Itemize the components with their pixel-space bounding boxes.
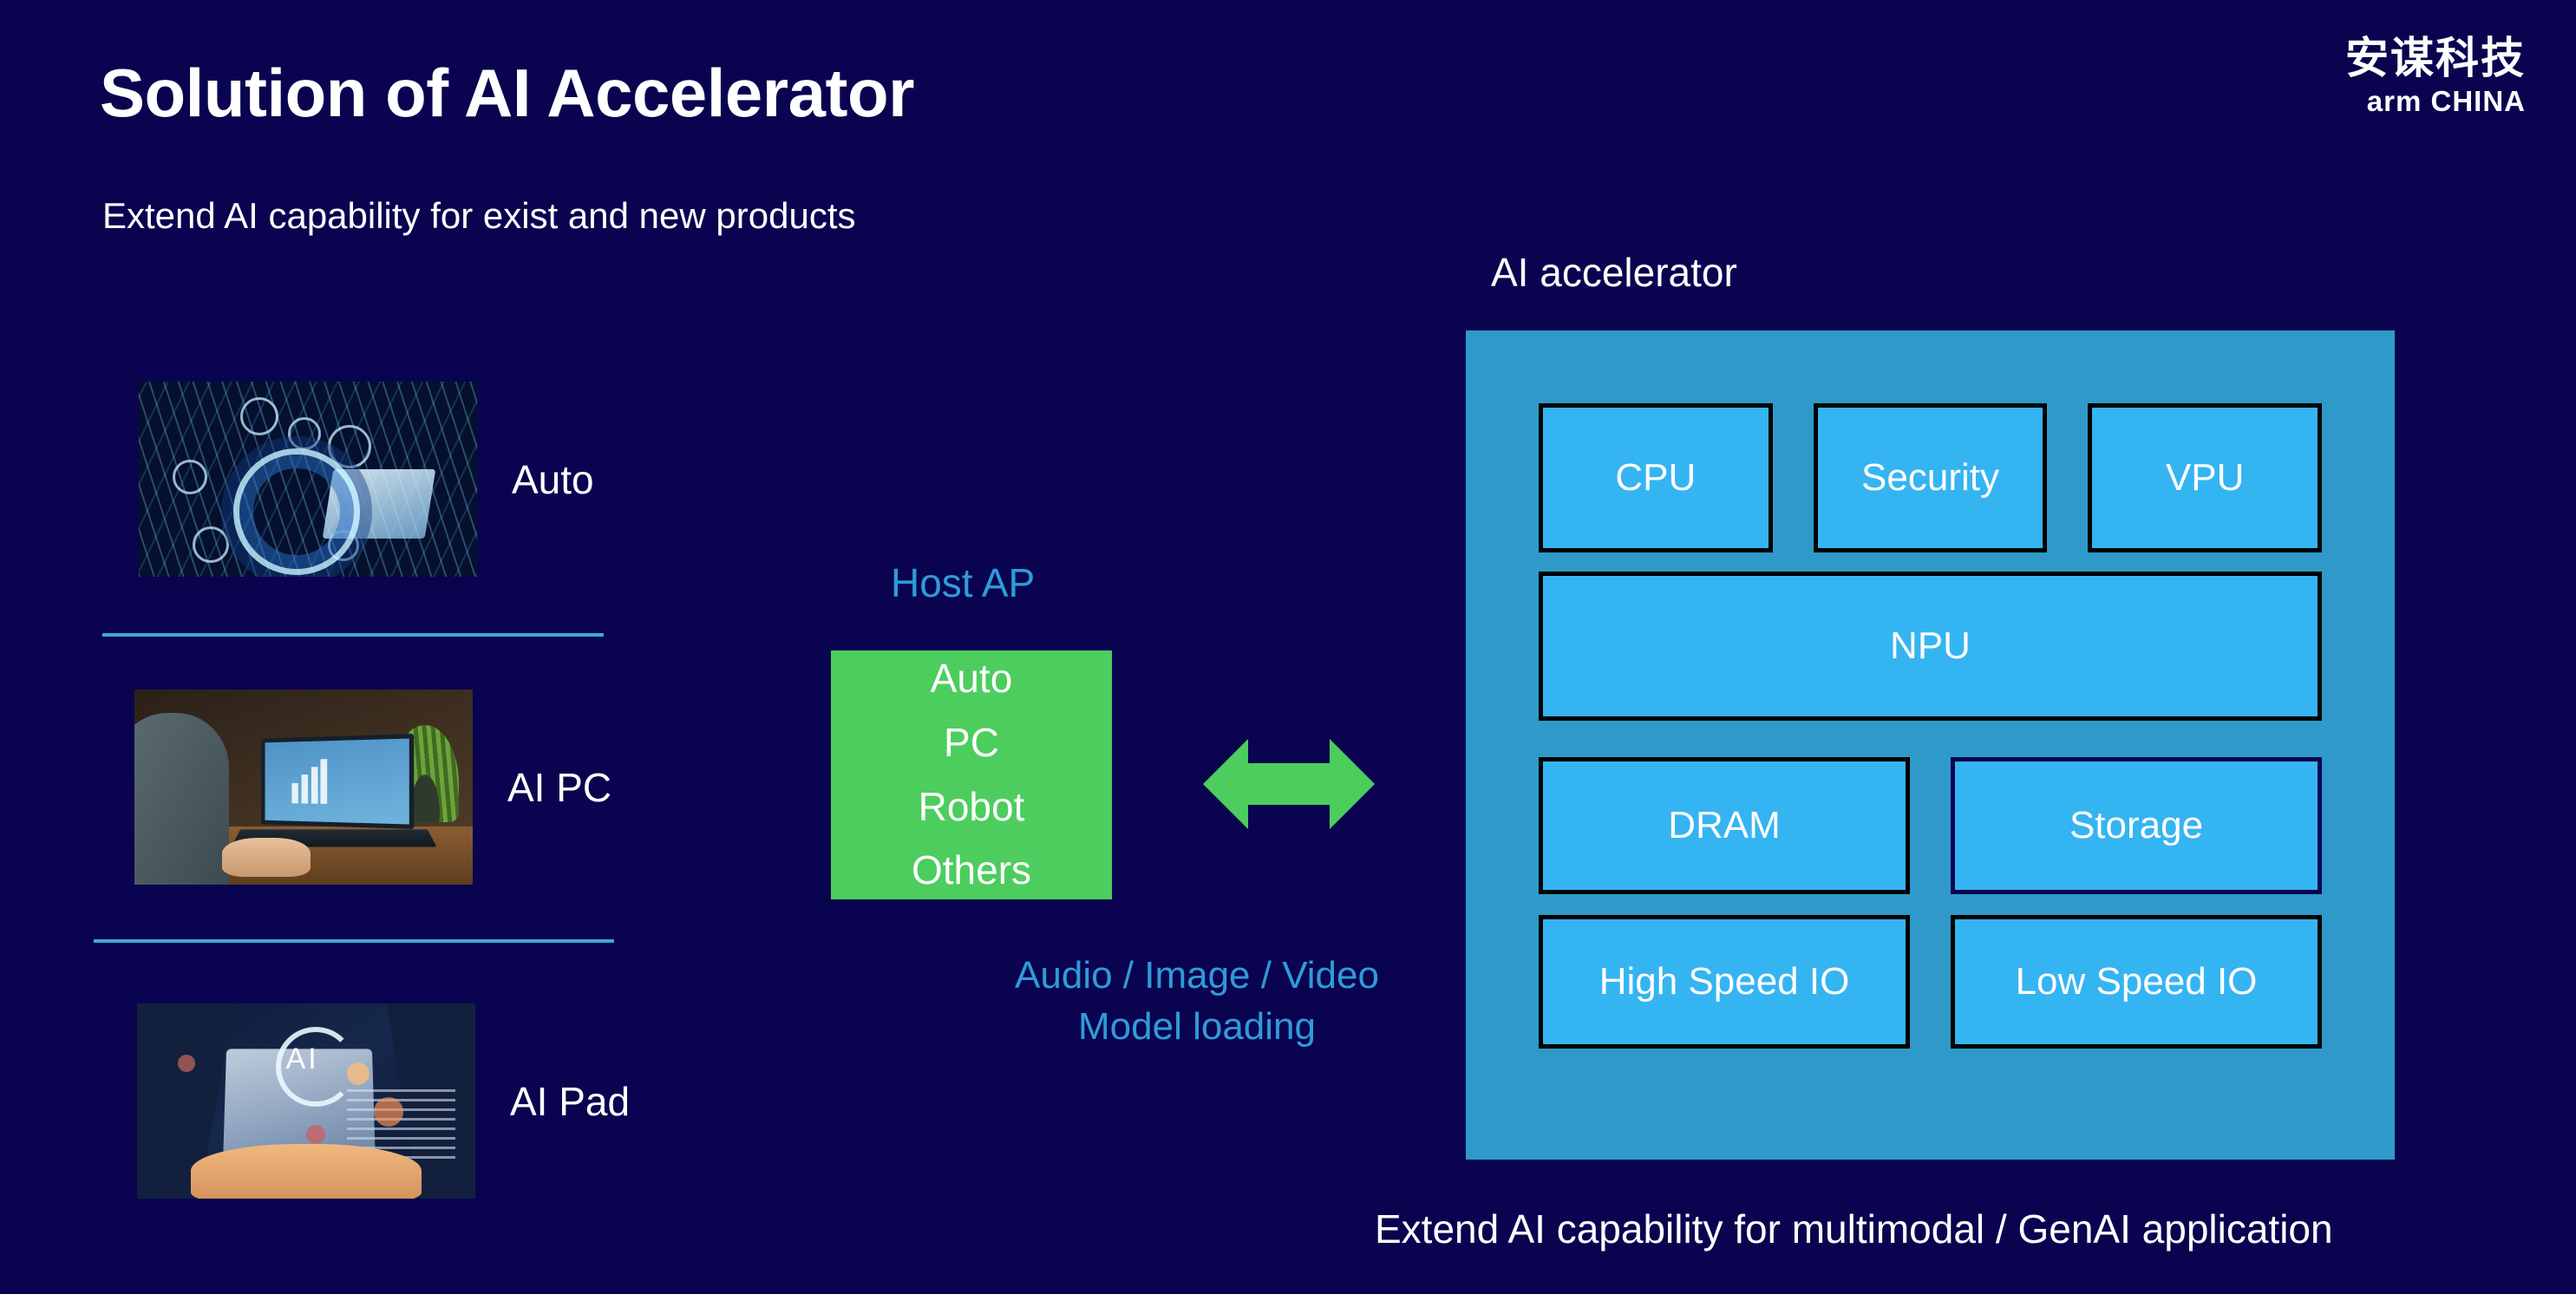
caption-line-1: Audio / Image / Video (1015, 954, 1379, 997)
laptop-analytics-icon (134, 689, 473, 885)
accelerator-row-3: DRAM Storage (1539, 757, 2322, 894)
product-image-ai-pad: AI (137, 1003, 475, 1199)
logo-english-text: arm CHINA (2366, 85, 2526, 117)
product-label-ai-pad: AI Pad (510, 1078, 631, 1124)
page-title: Solution of AI Accelerator (100, 55, 915, 131)
accelerator-label: AI accelerator (1491, 250, 1737, 295)
accelerator-block-dram: DRAM (1539, 757, 1910, 894)
tablet-ai-hud-icon: AI (137, 1003, 475, 1199)
product-divider-2 (94, 939, 614, 943)
product-item-auto: Auto (139, 382, 594, 577)
slide-root: Solution of AI Accelerator Extend AI cap… (0, 0, 2576, 1294)
accelerator-block-npu: NPU (1539, 572, 2322, 721)
host-ap-box: Auto PC Robot Others (831, 650, 1112, 899)
caption-line-2: Model loading (1078, 1005, 1316, 1049)
logo-chinese-text: 安谋科技 (2345, 33, 2526, 83)
accelerator-row-2: NPU (1539, 572, 2322, 721)
product-label-ai-pc: AI PC (507, 764, 612, 810)
product-image-auto (139, 382, 477, 577)
accelerator-container: CPU Security VPU NPU DRAM Storage High S… (1466, 330, 2395, 1160)
product-divider-1 (102, 633, 604, 637)
accelerator-block-low-speed-io: Low Speed IO (1951, 915, 2322, 1049)
product-item-ai-pc: AI PC (134, 689, 611, 885)
arm-china-logo: 安谋科技 arm CHINA (2345, 36, 2526, 115)
host-ap-item-auto: Auto (930, 655, 1013, 701)
accelerator-row-4: High Speed IO Low Speed IO (1539, 915, 2322, 1049)
data-flow-caption: Audio / Image / Video Model loading (971, 950, 1422, 1053)
product-label-auto: Auto (512, 456, 594, 502)
accelerator-block-cpu: CPU (1539, 403, 1773, 552)
accelerator-block-storage: Storage (1951, 757, 2322, 894)
accelerator-bottom-caption: Extend AI capability for multimodal / Ge… (1375, 1206, 2333, 1252)
bidirectional-arrow-icon (1203, 739, 1375, 829)
host-ap-item-pc: PC (944, 719, 999, 765)
host-ap-item-robot: Robot (918, 783, 1025, 829)
product-item-ai-pad: AI AI Pad (137, 1003, 630, 1199)
page-subtitle: Extend AI capability for exist and new p… (102, 195, 856, 236)
accelerator-row-1: CPU Security VPU (1539, 403, 2323, 552)
accelerator-block-vpu: VPU (2088, 403, 2323, 552)
host-ap-item-others: Others (911, 847, 1032, 893)
product-image-ai-pc (134, 689, 473, 885)
accelerator-block-security: Security (1813, 403, 2048, 552)
car-interior-hud-icon (139, 382, 477, 577)
host-ap-label: Host AP (891, 560, 1036, 605)
accelerator-block-high-speed-io: High Speed IO (1539, 915, 1910, 1049)
